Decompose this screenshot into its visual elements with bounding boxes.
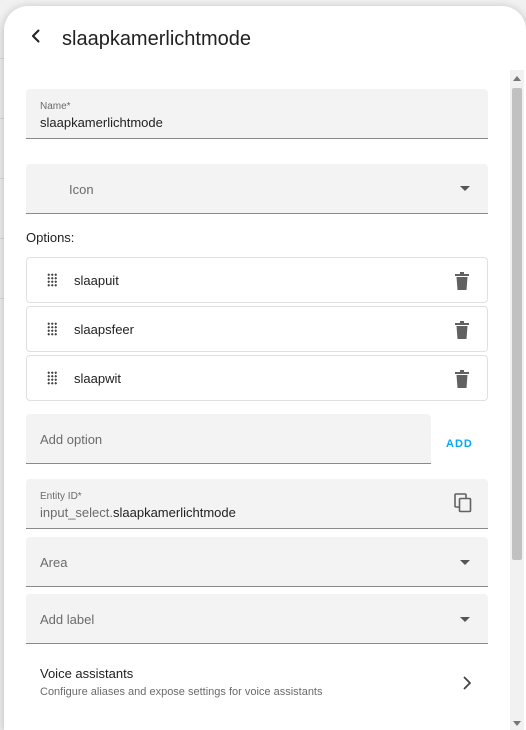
add-option-input[interactable]: Add option (26, 414, 431, 464)
trash-icon[interactable] (455, 370, 469, 388)
name-field-label: Name* (40, 101, 71, 112)
entity-id-object: slaapkamerlichtmode (113, 505, 236, 520)
entity-id-value: input_select.slaapkamerlichtmode (40, 505, 236, 520)
name-field-value: slaapkamerlichtmode (40, 115, 163, 130)
dialog-scrollbar[interactable] (510, 70, 524, 730)
entity-settings-dialog: slaapkamerlichtmode Name* slaapkamerlich… (4, 6, 526, 730)
scroll-thumb[interactable] (512, 88, 522, 560)
name-field[interactable]: Name* slaapkamerlichtmode (26, 89, 488, 139)
dialog-header: slaapkamerlichtmode (4, 6, 526, 70)
trash-icon[interactable] (455, 321, 469, 339)
option-label: slaapuit (74, 273, 119, 288)
icon-picker-placeholder: Icon (69, 182, 94, 197)
entity-id-prefix: input_select. (40, 505, 113, 520)
label-picker[interactable]: Add label (26, 594, 488, 644)
arrow-left-icon (32, 29, 40, 43)
trash-icon[interactable] (455, 272, 469, 290)
area-picker-placeholder: Area (40, 555, 68, 570)
caret-down-icon (460, 186, 470, 191)
voice-assistants-row[interactable]: Voice assistants Configure aliases and e… (26, 658, 488, 710)
dialog-title: slaapkamerlichtmode (62, 28, 251, 50)
back-button[interactable] (22, 22, 50, 50)
option-label: slaapwit (74, 371, 121, 386)
drag-handle-icon[interactable] (47, 273, 57, 287)
options-label: Options: (26, 230, 75, 245)
option-row[interactable]: slaapwit (26, 355, 488, 401)
option-label: slaapsfeer (74, 322, 134, 337)
icon-picker[interactable]: Icon (26, 164, 488, 214)
entity-id-field[interactable]: Entity ID* input_select.slaapkamerlichtm… (26, 479, 488, 529)
caret-down-icon (460, 617, 470, 622)
entity-id-label: Entity ID* (40, 491, 82, 502)
voice-assistants-subtitle: Configure aliases and expose settings fo… (40, 686, 323, 698)
drag-handle-icon[interactable] (47, 371, 57, 385)
voice-assistants-title: Voice assistants (40, 666, 134, 681)
scroll-down-arrow-icon[interactable] (513, 721, 521, 726)
dialog-content: Name* slaapkamerlichtmode Icon Options: … (4, 70, 510, 730)
option-row[interactable]: slaapuit (26, 257, 488, 303)
chevron-right-icon (463, 676, 471, 690)
option-row[interactable]: slaapsfeer (26, 306, 488, 352)
content-copy-icon[interactable] (454, 493, 472, 513)
label-picker-placeholder: Add label (40, 612, 95, 627)
scroll-up-arrow-icon[interactable] (513, 76, 521, 81)
caret-down-icon (460, 560, 470, 565)
add-option-button[interactable]: ADD (446, 438, 473, 450)
add-option-placeholder: Add option (40, 432, 103, 447)
drag-handle-icon[interactable] (47, 322, 57, 336)
area-picker[interactable]: Area (26, 537, 488, 587)
